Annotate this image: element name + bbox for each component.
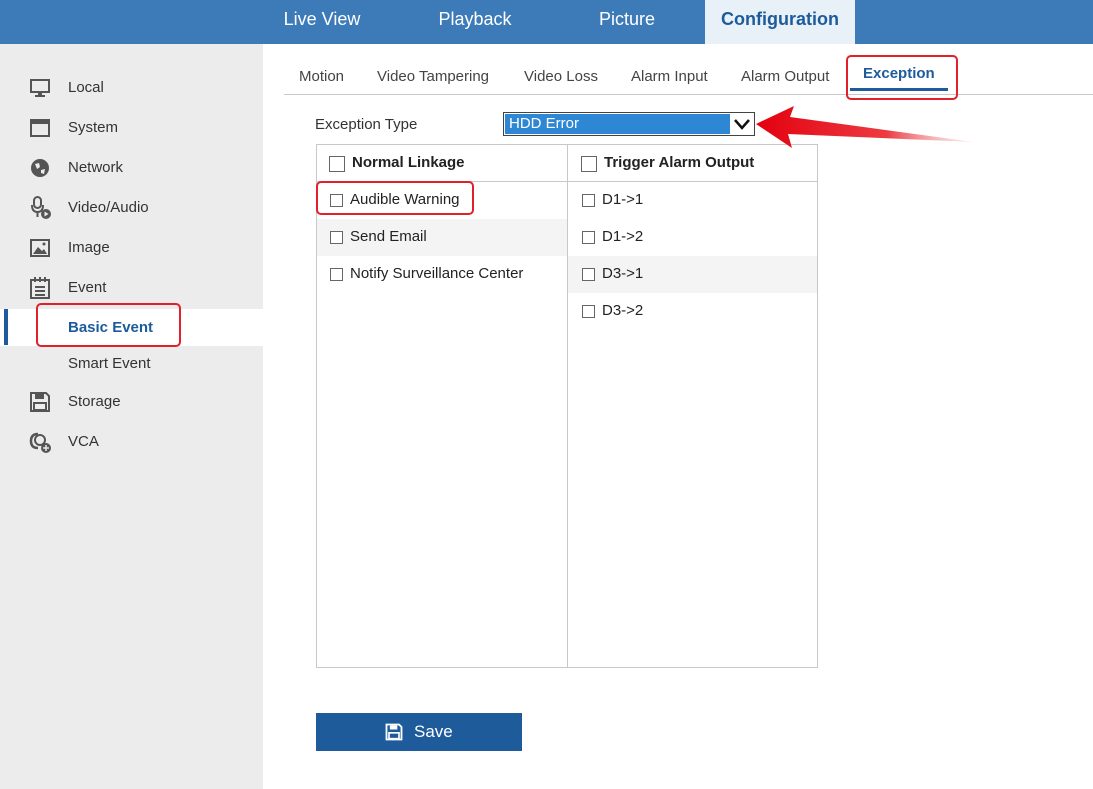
sidebar-item-label: Network <box>68 159 124 176</box>
list-item: Notify Surveillance Center <box>317 256 567 293</box>
trigger-alarm-output-header: Trigger Alarm Output <box>604 154 755 171</box>
highlight-basic-event <box>36 303 181 347</box>
sidebar-item-network[interactable]: Network <box>0 150 263 186</box>
list-item: D3->1 <box>568 256 817 293</box>
save-button-label: Save <box>414 722 453 741</box>
chevron-down-icon[interactable] <box>730 113 754 135</box>
tab-alarm-output[interactable]: Alarm Output <box>741 68 829 85</box>
sidebar-item-smart-event[interactable]: Smart Event <box>0 346 263 382</box>
normal-linkage-header: Normal Linkage <box>352 154 465 171</box>
image-icon <box>30 239 50 257</box>
list-item: D3->2 <box>568 293 817 330</box>
exception-type-select[interactable]: HDD Error <box>503 112 755 136</box>
alarm-output-label: D1->2 <box>602 228 644 245</box>
system-window-icon <box>30 119 50 137</box>
trigger-alarm-select-all-checkbox[interactable] <box>581 156 597 172</box>
nav-live-view[interactable]: Live View <box>262 0 382 44</box>
alarm-output-label: D1->1 <box>602 191 644 208</box>
notify-surveillance-center-checkbox[interactable] <box>330 268 343 281</box>
monitor-icon <box>30 79 50 97</box>
globe-icon <box>31 159 49 177</box>
sidebar-item-storage[interactable]: Storage <box>0 384 263 420</box>
highlight-exception-tab <box>846 55 958 100</box>
vca-icon <box>29 432 51 453</box>
alarm-output-d3-1-checkbox[interactable] <box>582 268 595 281</box>
alarm-output-d3-2-checkbox[interactable] <box>582 305 595 318</box>
highlight-audible-warning <box>316 181 474 215</box>
sidebar-item-vca[interactable]: VCA <box>0 424 263 460</box>
active-indicator <box>4 309 8 345</box>
alarm-output-label: D3->2 <box>602 302 644 319</box>
tab-motion[interactable]: Motion <box>299 68 344 85</box>
exception-type-label: Exception Type <box>315 116 418 133</box>
sidebar-item-local[interactable]: Local <box>0 70 263 106</box>
microphone-icon <box>31 196 51 219</box>
calendar-icon <box>30 277 50 299</box>
linkage-table: Normal Linkage Trigger Alarm Output Audi… <box>316 144 818 668</box>
sidebar-item-image[interactable]: Image <box>0 230 263 266</box>
send-email-checkbox[interactable] <box>330 231 343 244</box>
nav-picture[interactable]: Picture <box>567 0 687 44</box>
tab-alarm-input[interactable]: Alarm Input <box>631 68 708 85</box>
normal-linkage-select-all-checkbox[interactable] <box>329 156 345 172</box>
sidebar-item-event[interactable]: Event <box>0 270 263 306</box>
sidebar-item-system[interactable]: System <box>0 110 263 146</box>
save-button[interactable]: Save <box>316 713 522 751</box>
red-pointer-arrow-icon <box>756 106 974 148</box>
sidebar-item-label: Image <box>68 239 110 256</box>
sidebar-item-label: Video/Audio <box>68 199 149 216</box>
sidebar-item-label: Event <box>68 279 107 296</box>
list-item: D1->1 <box>568 182 817 219</box>
sidebar-item-label: Storage <box>68 393 121 410</box>
send-email-label: Send Email <box>350 228 427 245</box>
alarm-output-d1-2-checkbox[interactable] <box>582 231 595 244</box>
nav-configuration[interactable]: Configuration <box>705 0 855 44</box>
tab-video-loss[interactable]: Video Loss <box>524 68 598 85</box>
sidebar-item-video-audio[interactable]: Video/Audio <box>0 190 263 226</box>
sidebar-item-label: VCA <box>68 433 99 450</box>
nav-playback[interactable]: Playback <box>415 0 535 44</box>
sidebar-item-label: Smart Event <box>68 355 151 372</box>
floppy-icon <box>385 723 403 741</box>
event-tabs: Motion Video Tampering Video Loss Alarm … <box>284 54 1093 95</box>
column-divider <box>567 145 568 667</box>
alarm-output-label: D3->1 <box>602 265 644 282</box>
top-navigation-bar: Live View Playback Picture Configuration <box>0 0 1093 44</box>
sidebar-item-label: System <box>68 119 119 136</box>
sidebar: Local System Network Video/Audio Image E… <box>0 44 263 789</box>
sidebar-item-label: Local <box>68 79 104 96</box>
alarm-output-d1-1-checkbox[interactable] <box>582 194 595 207</box>
exception-type-value: HDD Error <box>505 114 730 134</box>
tab-video-tampering[interactable]: Video Tampering <box>377 68 489 85</box>
list-item: Send Email <box>317 219 567 256</box>
floppy-icon <box>30 392 50 412</box>
list-item: D1->2 <box>568 219 817 256</box>
notify-surveillance-center-label: Notify Surveillance Center <box>350 265 524 282</box>
